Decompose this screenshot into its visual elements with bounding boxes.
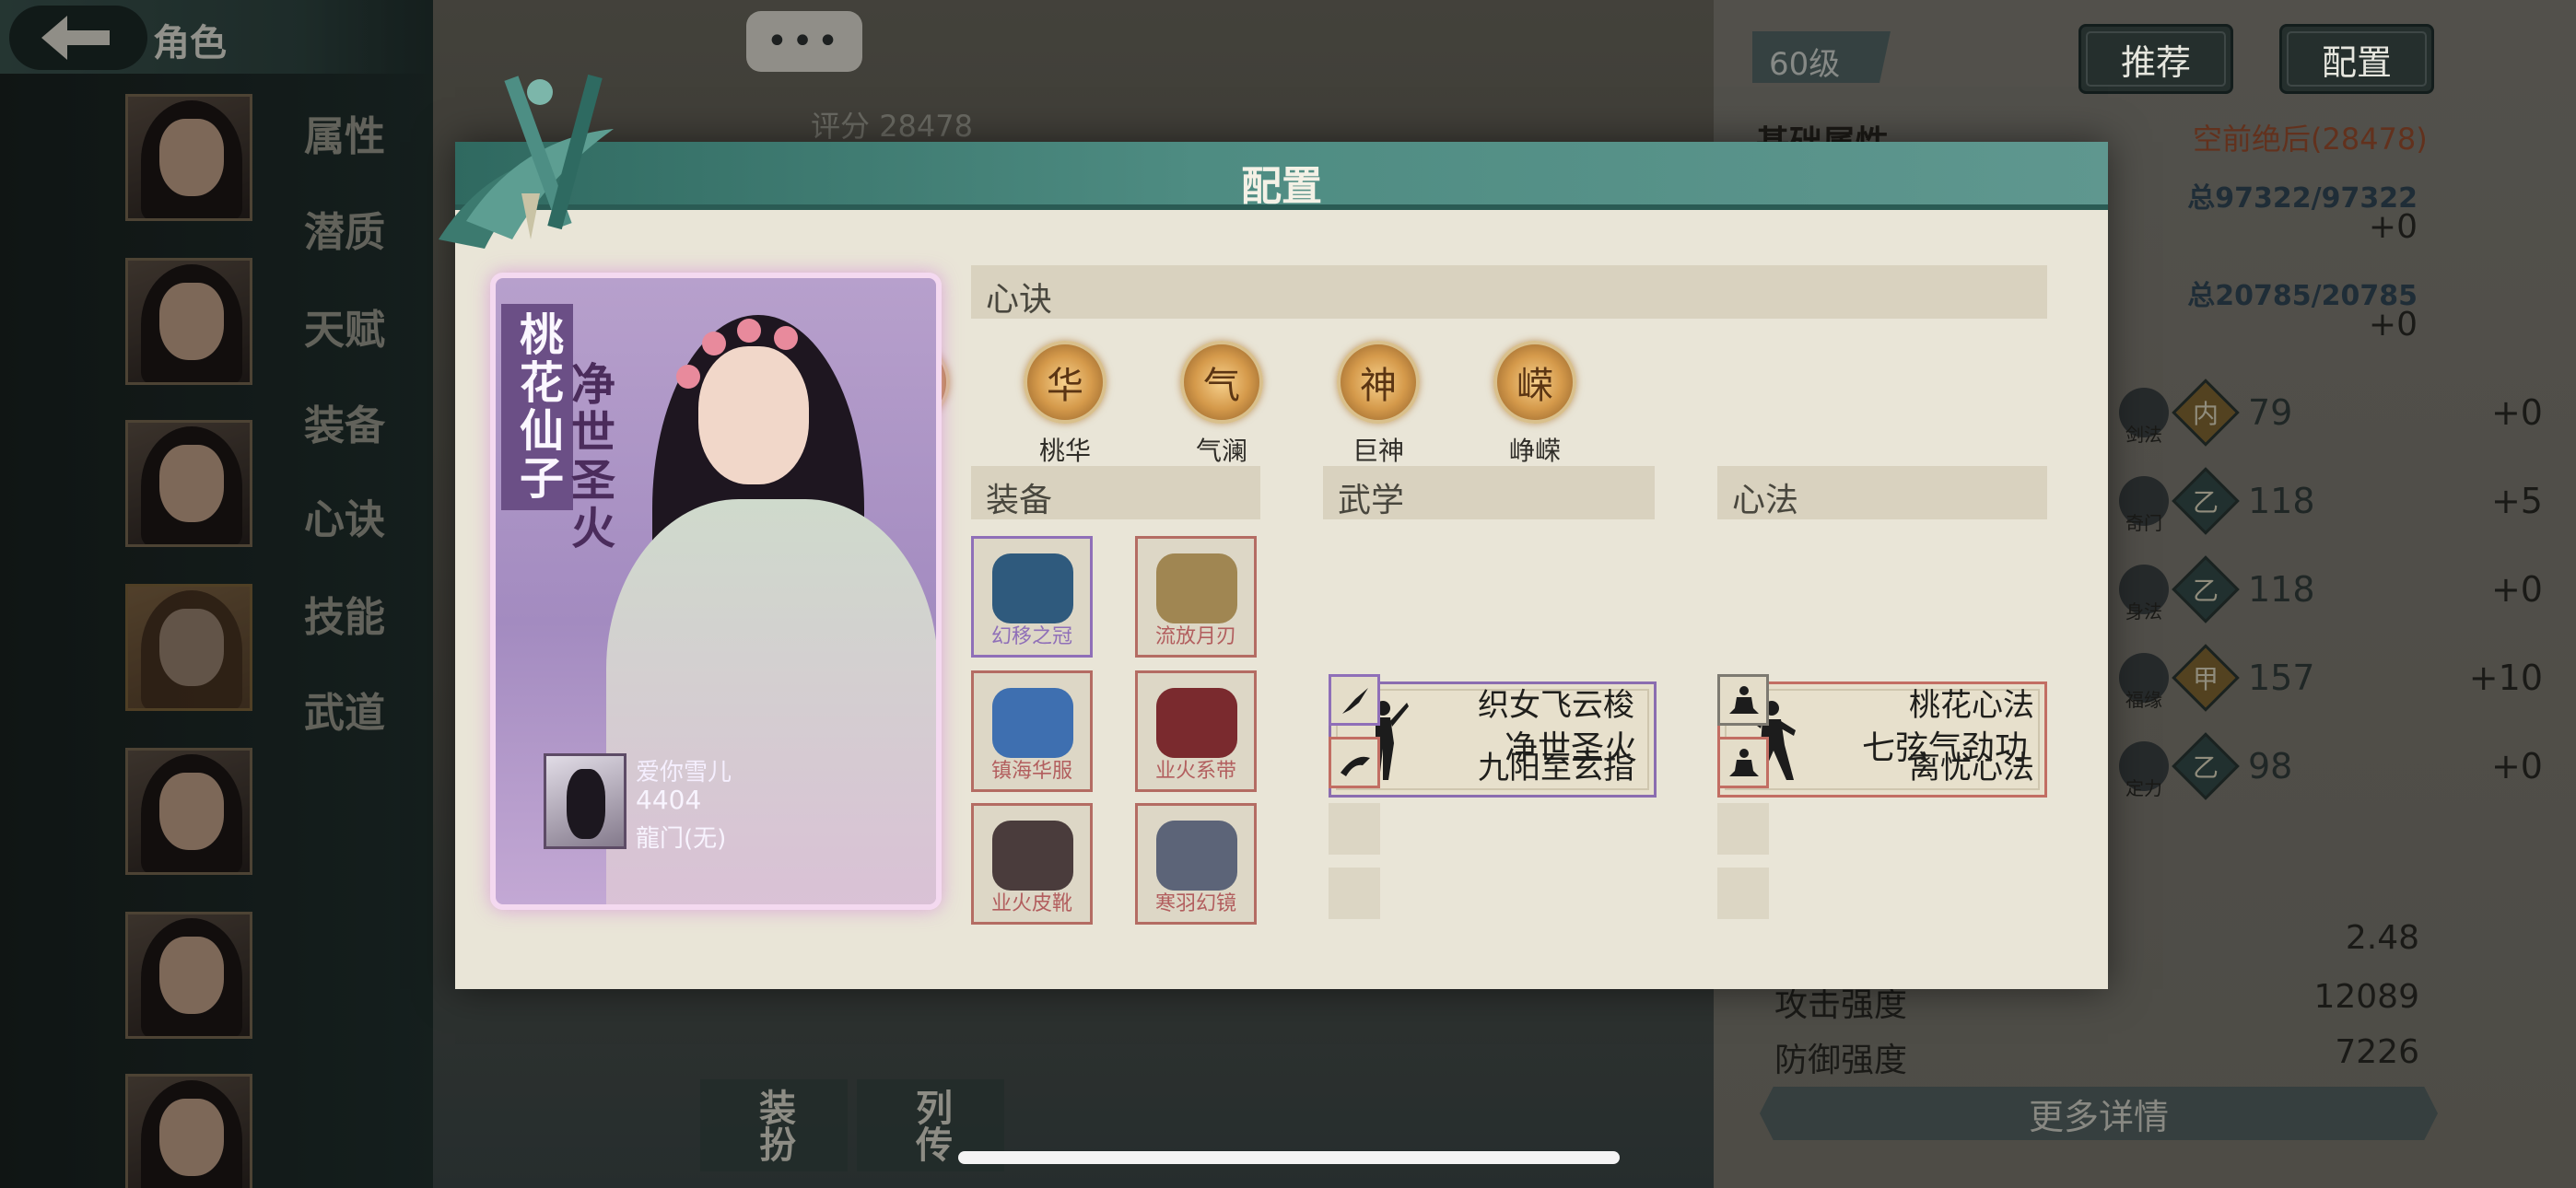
- xinjue-icon: 气: [1180, 341, 1263, 424]
- xinfa-sub-2-name: 离忧心法: [1909, 750, 2034, 786]
- xinfa-empty-slot-2[interactable]: [1717, 868, 1769, 919]
- equipment-item-icon: [992, 553, 1073, 623]
- hair-flower: [774, 326, 798, 350]
- wuxue-empty-slot-2[interactable]: [1329, 868, 1380, 919]
- wuxue-section-title: 武学: [1323, 466, 1655, 519]
- figure-face: [698, 346, 809, 484]
- equipment-section-title: 装备: [971, 466, 1260, 519]
- owner-guild: 龍门(无): [636, 825, 727, 853]
- equipment-item-icon: [1156, 688, 1237, 758]
- xinjue-slot[interactable]: 神巨神: [1332, 341, 1424, 468]
- equipment-slot[interactable]: 业火皮靴: [971, 803, 1093, 925]
- equipment-name: 幻移之冠: [990, 625, 1072, 648]
- modal-title: 配置: [1241, 163, 1322, 210]
- crossed-weapons-ornament: [439, 74, 614, 249]
- hair-flower: [676, 365, 700, 389]
- xinfa-section-title: 心法: [1717, 466, 2047, 519]
- xinjue-section-title: 心诀: [971, 265, 2047, 319]
- xinjue-icon: 神: [1337, 341, 1420, 424]
- owner-score: 4404: [636, 785, 702, 815]
- meditation-icon: [1729, 749, 1759, 776]
- xinjue-icon: 华: [1024, 341, 1107, 424]
- finger-strike-icon: [1341, 756, 1370, 776]
- equipment-slot[interactable]: 幻移之冠: [971, 536, 1093, 658]
- hair-flower: [737, 319, 761, 343]
- equipment-slot[interactable]: 流放月刃: [1135, 536, 1257, 658]
- equipment-name: 业火皮靴: [990, 892, 1072, 915]
- xinjue-icon: 嵘: [1493, 341, 1576, 424]
- equipment-slot[interactable]: 镇海华服: [971, 670, 1093, 792]
- recommend-label: 推荐: [2120, 41, 2191, 83]
- wuxue-sub-2-slot[interactable]: [1329, 737, 1380, 788]
- equipment-slot[interactable]: 寒羽幻镜: [1135, 803, 1257, 925]
- wuxue-sub-1-slot[interactable]: [1329, 674, 1380, 726]
- equipment-item-icon: [992, 688, 1073, 758]
- equipment-item-icon: [1156, 553, 1237, 623]
- equipment-item-icon: [1156, 821, 1237, 891]
- xinjue-label: 峥嵘: [1508, 436, 1561, 466]
- owner-avatar: [544, 753, 626, 849]
- xinjue-label: 巨神: [1352, 436, 1404, 466]
- xinfa-sub-2-slot[interactable]: [1717, 737, 1769, 788]
- equipment-name: 业火系带: [1154, 760, 1236, 783]
- home-indicator: [958, 1151, 1620, 1164]
- xinfa-sub-1-name: 桃花心法: [1909, 687, 2034, 724]
- xinjue-slot[interactable]: 华桃华: [1019, 341, 1111, 468]
- equipment-name: 流放月刃: [1154, 625, 1236, 648]
- equipment-name: 镇海华服: [990, 760, 1072, 783]
- xinfa-sub-1-slot[interactable]: [1717, 674, 1769, 726]
- xinjue-label: 桃华: [1038, 436, 1091, 466]
- wuxue-sub-2-name: 九阳至玄指: [1478, 750, 1634, 786]
- equipment-slot[interactable]: 业火系带: [1135, 670, 1257, 792]
- hair-flower: [702, 332, 726, 355]
- modal-header: 配置: [455, 142, 2108, 210]
- meditation-icon: [1729, 686, 1759, 714]
- equipment-item-icon: [992, 821, 1073, 891]
- owner-name: 爱你雪儿: [636, 759, 732, 786]
- owner-info: 爱你雪儿 4404 龍门(无): [544, 753, 765, 855]
- flying-shuttle-icon: [1342, 688, 1368, 714]
- wuxue-sub-1-name: 织女飞云梭: [1478, 687, 1634, 724]
- character-skill-name: 净世圣火: [563, 361, 615, 553]
- equipment-name: 寒羽幻镜: [1154, 892, 1236, 915]
- xinfa-empty-slot-1[interactable]: [1717, 803, 1769, 855]
- xinjue-label: 气澜: [1195, 436, 1247, 466]
- config-label: 配置: [2321, 41, 2392, 83]
- xinjue-slot[interactable]: 气气澜: [1176, 341, 1268, 468]
- xinjue-slot[interactable]: 嵘峥嵘: [1489, 341, 1581, 468]
- wuxue-empty-slot-1[interactable]: [1329, 803, 1380, 855]
